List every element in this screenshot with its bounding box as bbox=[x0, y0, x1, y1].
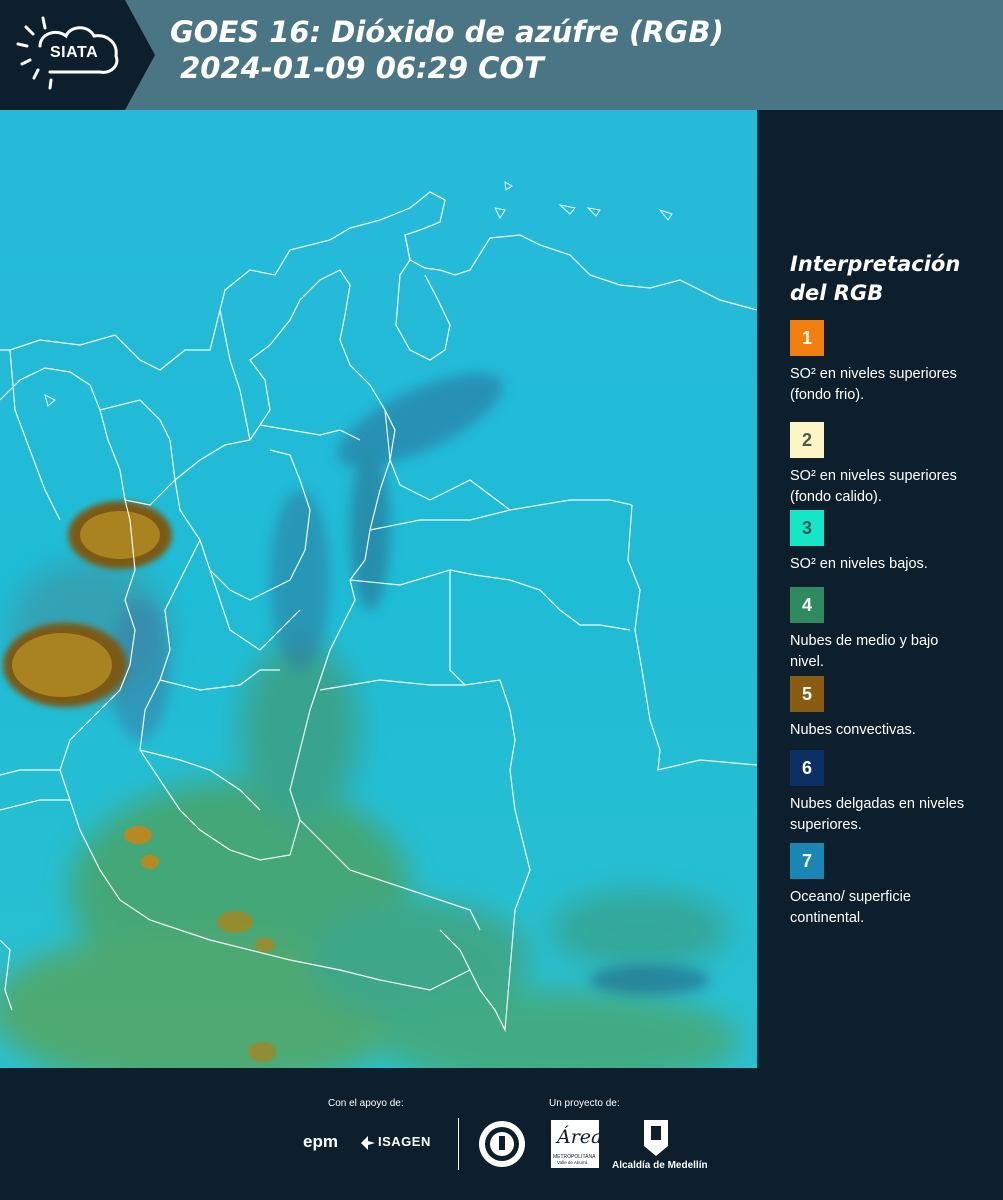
alcaldia-label: Alcaldía de Medellín bbox=[612, 1160, 708, 1171]
legend-item: 4 Nubes de medio y bajo nivel. bbox=[790, 587, 990, 673]
legend-label: SO² en niveles superiores (fondo calido)… bbox=[790, 468, 957, 505]
legend-swatch: 7 bbox=[790, 843, 824, 879]
legend-label: Nubes delgadas en niveles superiores. bbox=[790, 796, 965, 833]
legend-label: Oceano/ superficie continental. bbox=[790, 889, 911, 926]
legend-title: Interpretación del RGB bbox=[790, 252, 961, 305]
logo-text: SIATA bbox=[50, 44, 99, 61]
legend-swatch: 6 bbox=[790, 750, 824, 786]
legend-swatch: 3 bbox=[790, 510, 824, 546]
legend-swatch: 1 bbox=[790, 320, 824, 356]
isagen-logo: ISAGEN bbox=[378, 1134, 431, 1149]
legend-label: SO² en niveles superiores (fondo frio). bbox=[790, 366, 957, 403]
medellin-shield-icon bbox=[642, 1118, 670, 1158]
legend-label: SO² en niveles bajos. bbox=[790, 556, 928, 572]
legend-item: 6 Nubes delgadas en niveles superiores. bbox=[790, 750, 990, 836]
medellin-seal-icon bbox=[478, 1120, 526, 1168]
support-label: Con el apoyo de: bbox=[328, 1098, 404, 1109]
legend-item: 5 Nubes convectivas. bbox=[790, 676, 990, 741]
legend-item: 2 SO² en niveles superiores (fondo calido… bbox=[790, 422, 990, 508]
siata-logo: SIATA bbox=[0, 0, 155, 110]
footer-divider bbox=[458, 1118, 459, 1170]
isagen-icon bbox=[361, 1136, 375, 1150]
legend-swatch: 4 bbox=[790, 587, 824, 623]
legend-label: Nubes convectivas. bbox=[790, 722, 916, 738]
page-title: GOES 16: Dióxido de azúfre (RGB) 2024-01… bbox=[170, 15, 724, 85]
satellite-map bbox=[0, 110, 757, 1068]
legend-swatch: 2 bbox=[790, 422, 824, 458]
footer: Con el apoyo de: Un proyecto de: epm ISA… bbox=[0, 1068, 1003, 1200]
legend-item: 1 SO² en niveles superiores (fondo frio). bbox=[790, 320, 990, 406]
area-logo-text: Área bbox=[557, 1126, 603, 1148]
legend-panel: Interpretación del RGB 1 SO² en niveles s… bbox=[757, 110, 1003, 1068]
legend-item: 3 SO² en niveles bajos. bbox=[790, 510, 990, 575]
project-label: Un proyecto de: bbox=[549, 1098, 620, 1109]
header: SIATA GOES 16: Dióxido de azúfre (RGB) 2… bbox=[0, 0, 1003, 110]
area-logo-subtext2: Valle de Aburrá bbox=[557, 1160, 588, 1165]
area-metropolitana-logo: Área METROPOLITANA Valle de Aburrá bbox=[551, 1120, 603, 1168]
legend-item: 7 Oceano/ superficie continental. bbox=[790, 843, 990, 929]
legend-swatch: 5 bbox=[790, 676, 824, 712]
legend-label: Nubes de medio y bajo nivel. bbox=[790, 633, 939, 670]
epm-logo: epm bbox=[303, 1132, 338, 1151]
